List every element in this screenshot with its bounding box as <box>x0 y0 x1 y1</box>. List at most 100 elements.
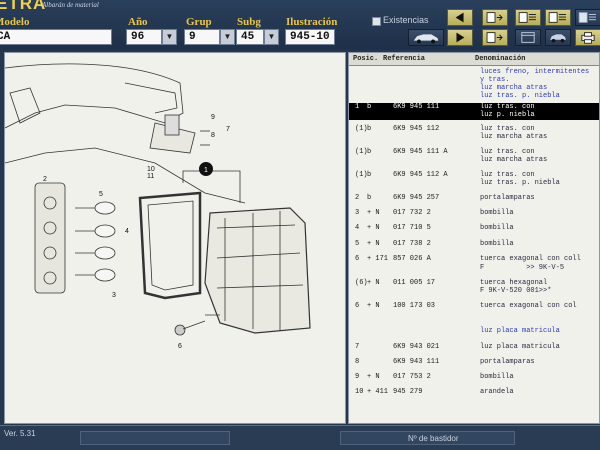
grup-field[interactable]: 9 <box>184 29 220 45</box>
ano-label: Año <box>128 16 148 28</box>
list-button-1[interactable] <box>515 9 541 26</box>
parts-list-header: Posic. Referencia Denominación <box>349 53 599 66</box>
callout-4[interactable]: 4 <box>125 228 129 235</box>
table-row[interactable]: luz p. niebla <box>349 111 599 120</box>
callout-7[interactable]: 7 <box>226 126 230 133</box>
row-denominacion: tuerca exagonal con coll <box>480 255 581 263</box>
ilustracion-field[interactable]: 945-10 <box>285 29 335 45</box>
table-row[interactable]: luces freno, intermitentes <box>349 68 599 76</box>
row-denominacion: luces freno, intermitentes <box>480 68 590 76</box>
app-subtitle: Albarán de material <box>42 1 99 9</box>
table-row[interactable]: (1) b 6K9 945 112 luz tras. con <box>349 125 599 133</box>
modelo-field[interactable]: CA <box>0 29 112 45</box>
callout-3[interactable]: 3 <box>112 292 116 299</box>
row-denominacion: luz marcha atras <box>480 156 548 164</box>
row-mark: + N <box>367 209 380 217</box>
row-denominacion: luz tras. con <box>480 125 535 133</box>
window-button[interactable] <box>515 29 541 46</box>
page-prev-button[interactable] <box>482 9 508 26</box>
row-posic: (1) <box>355 125 368 133</box>
table-row[interactable]: 9 + N 017 753 2 bombilla <box>349 373 599 381</box>
table-row[interactable]: (1) b 6K9 945 112 A luz tras. con <box>349 171 599 179</box>
table-row[interactable]: luz marcha atras <box>349 133 599 141</box>
table-row[interactable]: 3 + N 017 732 2 bombilla <box>349 209 599 217</box>
row-posic: 8 <box>355 358 360 366</box>
callout-8[interactable]: 8 <box>211 132 215 139</box>
page-arrow-icon <box>486 12 503 23</box>
row-referencia: 6K9 945 112 A <box>393 171 448 179</box>
row-referencia: 6K9 945 257 <box>393 194 440 202</box>
back-button[interactable] <box>447 9 473 26</box>
page-next-button[interactable] <box>482 29 508 46</box>
tail-light-illustration: 1 2 3 4 5 6 7 8 9 10 11 <box>5 63 311 350</box>
row-referencia: 017 732 2 <box>393 209 431 217</box>
table-row[interactable]: luz tras. p. niebla <box>349 92 599 100</box>
row-mark: + N <box>367 224 380 232</box>
table-row[interactable]: 10 + 411 945 279 arandela <box>349 388 599 396</box>
ano-dropdown[interactable]: ▼ <box>162 29 177 45</box>
table-row[interactable]: 8 6K9 943 111 portalamparas <box>349 358 599 366</box>
row-mark: + N <box>367 302 380 310</box>
row-posic: 4 <box>355 224 360 232</box>
table-row[interactable]: luz marcha atras <box>349 84 599 92</box>
page-arrow-icon <box>486 32 503 43</box>
table-row[interactable]: F >> 9K-V-5 <box>349 264 599 272</box>
chevron-down-icon: ▼ <box>223 32 232 41</box>
row-referencia: 6K9 945 111 <box>393 103 440 111</box>
ilustracion-label: Ilustración <box>286 16 338 28</box>
list-button-2[interactable] <box>545 9 571 26</box>
car-button[interactable] <box>545 29 571 46</box>
printer-icon <box>581 32 595 44</box>
callout-1[interactable]: 1 <box>204 167 208 174</box>
subg-dropdown[interactable]: ▼ <box>264 29 279 45</box>
table-row[interactable]: 5 + N 017 738 2 bombilla <box>349 240 599 248</box>
existencias-checkbox[interactable] <box>372 17 381 26</box>
table-row[interactable]: (6) + N 011 005 17 tuerca hexagonal <box>349 279 599 287</box>
table-row[interactable]: luz placa matricula <box>349 327 599 335</box>
subg-field[interactable]: 45 <box>236 29 264 45</box>
table-row[interactable]: luz marcha atras <box>349 156 599 164</box>
grup-dropdown[interactable]: ▼ <box>220 29 235 45</box>
col-posic: Posic. <box>353 55 379 63</box>
row-referencia: 857 026 A <box>393 255 431 263</box>
callout-2[interactable]: 2 <box>43 176 47 183</box>
table-row[interactable]: F 9K-V-520 001>>* <box>349 287 599 295</box>
version-text: Ver. 5.31 <box>4 429 36 438</box>
print-button[interactable] <box>575 29 600 46</box>
list-button-3[interactable] <box>575 9 600 26</box>
callout-10[interactable]: 10 <box>147 166 155 173</box>
callout-6[interactable]: 6 <box>178 343 182 350</box>
ano-field[interactable]: 96 <box>126 29 162 45</box>
forward-button[interactable] <box>447 29 473 46</box>
table-row[interactable]: 6 + N 100 173 03 tuerca exagonal con col <box>349 302 599 310</box>
row-mark: + 411 <box>367 388 389 396</box>
row-mark: b <box>367 194 372 202</box>
table-row[interactable] <box>349 317 599 325</box>
grup-label: Grup <box>186 16 212 28</box>
row-denominacion: y tras. <box>480 76 510 84</box>
table-row[interactable]: 7 6K9 943 021 luz placa matricula <box>349 343 599 351</box>
page-list-icon <box>518 12 536 23</box>
table-row[interactable]: 6 + 171 857 026 A tuerca exagonal con coll <box>349 255 599 263</box>
row-denominacion: bombilla <box>480 209 514 217</box>
table-row[interactable]: luz tras. p. niebla <box>349 179 599 187</box>
callout-9[interactable]: 9 <box>211 114 215 121</box>
row-mark: + N <box>367 240 380 248</box>
row-referencia: 011 005 17 <box>393 279 436 287</box>
table-row[interactable]: (1) b 6K9 945 111 A luz tras. con <box>349 148 599 156</box>
row-denominacion: bombilla <box>480 240 514 248</box>
table-row[interactable]: 4 + N 017 710 5 bombilla <box>349 224 599 232</box>
row-referencia: 6K9 943 111 <box>393 358 440 366</box>
arrow-forward-icon <box>456 32 465 43</box>
row-mark: b <box>367 148 372 156</box>
row-denominacion: luz tras. con <box>480 148 535 156</box>
parts-diagram[interactable]: 1 2 3 4 5 6 7 8 9 10 11 <box>4 52 346 424</box>
callout-11[interactable]: 11 <box>147 173 154 180</box>
car-icon <box>413 34 439 44</box>
table-row[interactable]: 2 b 6K9 945 257 portalamparas <box>349 194 599 202</box>
vehicle-view-button[interactable] <box>408 29 444 46</box>
callout-5[interactable]: 5 <box>99 191 103 198</box>
table-row[interactable]: y tras. <box>349 76 599 84</box>
status-box-left <box>80 431 230 445</box>
row-mark: b <box>367 103 372 111</box>
